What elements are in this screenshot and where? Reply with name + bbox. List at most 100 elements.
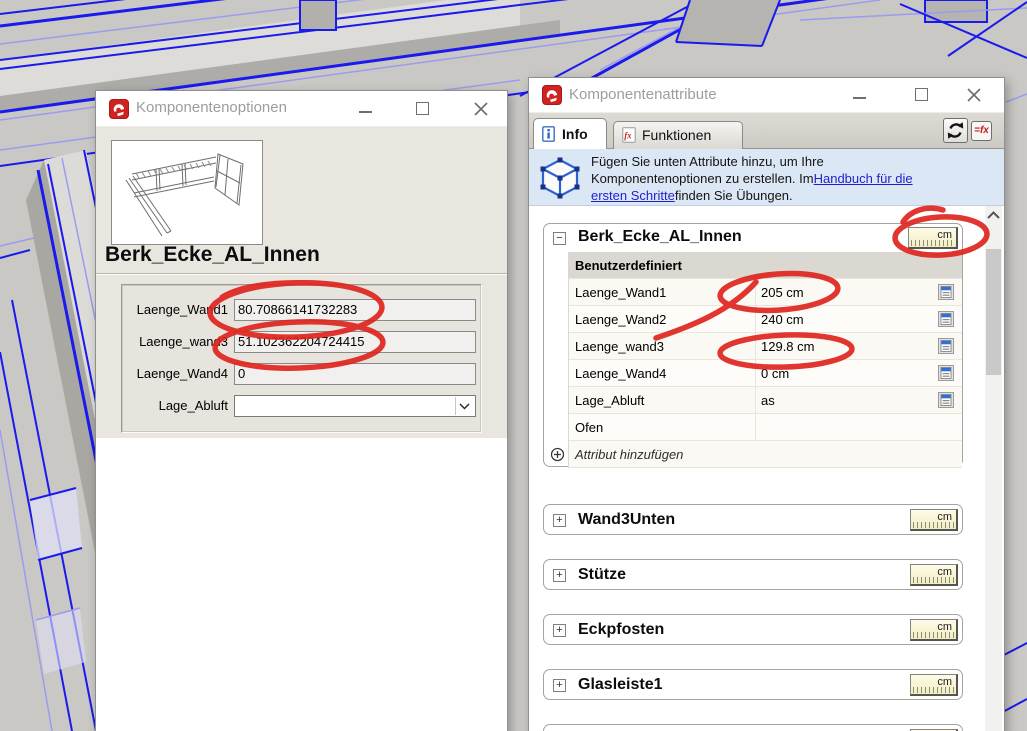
laenge-wand4-input[interactable]: 0 (234, 363, 476, 385)
field-label-laenge-wand3: Laenge_wand3 (122, 334, 228, 349)
component-wireframe-sketch (112, 141, 262, 244)
sketchup-logo-icon (542, 85, 562, 105)
banner-text-after: finden Sie Übungen. (675, 188, 793, 203)
units-ruler-badge[interactable]: cm (910, 564, 958, 586)
options-body-filler (96, 438, 507, 731)
attribute-row[interactable]: Laenge_Wand1 205 cm (569, 279, 962, 306)
close-icon (966, 87, 982, 103)
section-title: Stütze (578, 566, 626, 584)
expand-icon[interactable]: + (553, 624, 566, 637)
expand-icon[interactable]: + (553, 679, 566, 692)
field-label-lage-abluft: Lage_Abluft (122, 398, 228, 413)
options-minimize-button[interactable] (351, 91, 381, 125)
section-title: Wand3Unten (578, 511, 675, 529)
field-label-laenge-wand1: Laenge_Wand1 (122, 302, 228, 317)
options-close-button[interactable] (466, 91, 496, 125)
attributes-titlebar[interactable]: Komponentenattribute (529, 78, 1004, 113)
attribute-row[interactable]: Laenge_Wand4 0 cm (569, 360, 962, 387)
info-page-icon (542, 126, 555, 142)
attr-value[interactable]: 205 cm (761, 285, 804, 300)
ruler-ticks (913, 522, 954, 528)
attr-label: Laenge_wand3 (575, 339, 664, 354)
attribute-details-icon[interactable] (938, 392, 954, 408)
add-attribute-row[interactable]: Attribut hinzufügen (569, 441, 962, 468)
scroll-up-button[interactable] (985, 206, 1002, 224)
attr-label: Lage_Abluft (575, 393, 644, 408)
section-title: Berk_Ecke_AL_Innen (578, 228, 742, 246)
units-ruler-badge[interactable]: cm (910, 619, 958, 641)
close-icon (473, 101, 489, 117)
component-name-heading: Berk_Ecke_AL_Innen (105, 243, 320, 267)
tab-funktionen[interactable]: fx Funktionen (613, 121, 743, 149)
options-maximize-button[interactable] (408, 91, 438, 125)
attribute-row[interactable]: Laenge_Wand2 240 cm (569, 306, 962, 333)
info-banner: Fügen Sie unten Attribute hinzu, um Ihre… (529, 149, 1004, 206)
attr-value[interactable]: as (761, 393, 775, 408)
vertical-scrollbar[interactable] (985, 206, 1002, 731)
units-ruler-badge[interactable]: cm (908, 227, 958, 249)
dynamic-component-cube-icon (537, 155, 583, 201)
field-label-laenge-wand4: Laenge_Wand4 (122, 366, 228, 381)
attributes-minimize-button[interactable] (845, 78, 875, 112)
attribute-row[interactable]: Ofen (569, 414, 962, 441)
attributes-maximize-button[interactable] (907, 78, 937, 112)
section-title: Glasleiste1 (578, 676, 663, 694)
group-header-label: Benutzerdefiniert (575, 258, 682, 273)
ruler-ticks (913, 577, 954, 583)
banner-text-before: Fügen Sie unten Attribute hinzu, um Ihre… (591, 154, 824, 186)
section-eckpfosten: + Eckpfosten cm (543, 614, 963, 645)
dropdown-button[interactable] (455, 397, 474, 415)
tab-info[interactable]: Info (533, 118, 607, 149)
refresh-button[interactable] (943, 118, 968, 143)
tab-info-label: Info (562, 126, 588, 142)
expand-icon[interactable]: + (553, 514, 566, 527)
attribute-details-icon[interactable] (938, 311, 954, 327)
attr-label: Laenge_Wand2 (575, 312, 666, 327)
attr-label: Laenge_Wand4 (575, 366, 666, 381)
units-ruler-badge[interactable]: cm (910, 674, 958, 696)
group-header-row: Benutzerdefiniert (569, 252, 962, 279)
component-attributes-window: Komponentenattribute In (528, 77, 1005, 731)
options-form-groupbox: Laenge_Wand1 80.70866141732283 Laenge_wa… (121, 284, 482, 433)
options-window-title: Komponentenoptionen (136, 99, 287, 116)
scrollbar-thumb[interactable] (986, 249, 1001, 375)
section-header: − Berk_Ecke_AL_Innen cm (544, 224, 962, 252)
options-header-panel: Berk_Ecke_AL_Innen Laenge_Wand1 80.70866… (96, 127, 507, 438)
sketchup-viewport: Komponentenoptionen (0, 0, 1027, 731)
collapse-icon[interactable]: − (553, 232, 566, 245)
refresh-icon (946, 121, 965, 140)
section-title: Eckpfosten (578, 621, 664, 639)
options-titlebar[interactable]: Komponentenoptionen (96, 91, 507, 127)
attributes-tabstrip: Info fx Funktionen =fx (529, 113, 1004, 149)
section-wand3unten: + Wand3Unten cm (543, 504, 963, 535)
attribute-row[interactable]: Lage_Abluft as (569, 387, 962, 414)
sketchup-logo-icon (109, 99, 129, 119)
attr-value[interactable]: 0 cm (761, 366, 789, 381)
laenge-wand3-input[interactable]: 51.102362204724415 (234, 331, 476, 353)
ruler-ticks (913, 687, 954, 693)
toggle-formula-button[interactable]: =fx (971, 121, 992, 141)
add-attribute-label: Attribut hinzufügen (575, 447, 683, 462)
attribute-details-icon[interactable] (938, 365, 954, 381)
attr-label: Ofen (575, 420, 603, 435)
chevron-down-icon (459, 403, 470, 410)
ruler-ticks (911, 240, 954, 246)
attr-label: Laenge_Wand1 (575, 285, 666, 300)
svg-text:fx: fx (624, 131, 632, 141)
fx-page-icon: fx (622, 127, 636, 143)
attr-value[interactable]: 129.8 cm (761, 339, 814, 354)
attribute-details-icon[interactable] (938, 338, 954, 354)
attributes-close-button[interactable] (959, 78, 989, 112)
lage-abluft-dropdown[interactable] (234, 395, 476, 417)
attribute-row[interactable]: Laenge_wand3 129.8 cm (569, 333, 962, 360)
section-partial-bottom: + Eckpfosten cm (543, 724, 963, 731)
section-glasleiste1: + Glasleiste1 cm (543, 669, 963, 700)
attribute-details-icon[interactable] (938, 284, 954, 300)
expand-icon[interactable]: + (553, 569, 566, 582)
add-attribute-plus-icon[interactable] (550, 447, 565, 462)
units-ruler-badge[interactable]: cm (910, 509, 958, 531)
laenge-wand1-input[interactable]: 80.70866141732283 (234, 299, 476, 321)
attr-value[interactable]: 240 cm (761, 312, 804, 327)
divider (96, 273, 507, 275)
tab-funktionen-label: Funktionen (642, 127, 711, 143)
